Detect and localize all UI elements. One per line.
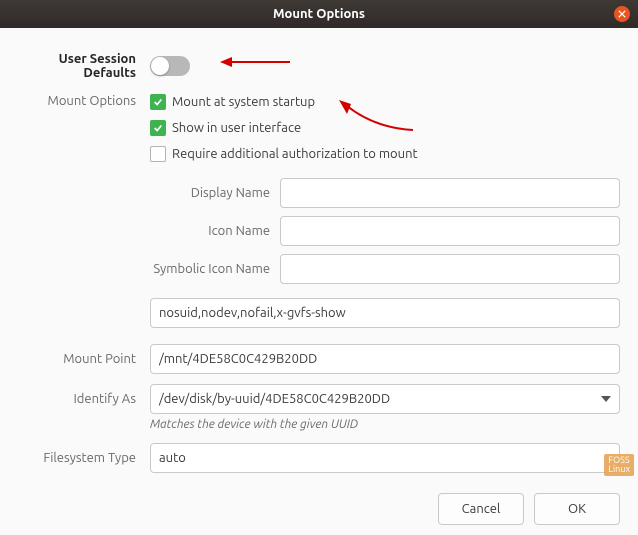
icon-name-label: Icon Name bbox=[150, 224, 280, 238]
mount-options-string-input[interactable] bbox=[150, 298, 620, 328]
symbolic-icon-name-label: Symbolic Icon Name bbox=[150, 262, 280, 276]
show-in-ui-checkbox[interactable]: Show in user interface bbox=[150, 120, 620, 136]
close-icon bbox=[618, 10, 626, 18]
display-name-label: Display Name bbox=[150, 186, 280, 200]
toggle-knob bbox=[151, 57, 169, 75]
icon-name-input[interactable] bbox=[280, 216, 620, 246]
mount-at-startup-label: Mount at system startup bbox=[172, 95, 315, 109]
dialog-content: User Session Defaults Mount Options Moun… bbox=[0, 28, 638, 535]
titlebar: Mount Options bbox=[0, 0, 638, 28]
require-auth-checkbox[interactable]: Require additional authorization to moun… bbox=[150, 146, 620, 162]
identify-as-label: Identify As bbox=[10, 392, 150, 406]
checkbox-icon-checked bbox=[150, 120, 166, 136]
filesystem-type-input[interactable] bbox=[150, 443, 620, 473]
mount-point-input[interactable] bbox=[150, 344, 620, 374]
mount-at-startup-checkbox[interactable]: Mount at system startup bbox=[150, 94, 620, 110]
mount-options-label: Mount Options bbox=[10, 94, 150, 108]
session-defaults-label: User Session Defaults bbox=[10, 52, 150, 80]
chevron-down-icon bbox=[601, 396, 611, 402]
symbolic-icon-name-input[interactable] bbox=[280, 254, 620, 284]
close-button[interactable] bbox=[614, 6, 630, 22]
cancel-button[interactable]: Cancel bbox=[438, 493, 524, 525]
checkbox-icon-checked bbox=[150, 94, 166, 110]
display-name-input[interactable] bbox=[280, 178, 620, 208]
identify-as-value: /dev/disk/by-uuid/4DE58C0C429B20DD bbox=[159, 392, 390, 406]
identify-as-combo[interactable]: /dev/disk/by-uuid/4DE58C0C429B20DD bbox=[150, 384, 620, 414]
checkbox-icon-unchecked bbox=[150, 146, 166, 162]
watermark: FOSS Linux bbox=[604, 454, 634, 476]
ok-button[interactable]: OK bbox=[534, 493, 620, 525]
require-auth-label: Require additional authorization to moun… bbox=[172, 147, 418, 161]
show-in-ui-label: Show in user interface bbox=[172, 121, 301, 135]
identify-as-hint: Matches the device with the given UUID bbox=[150, 418, 358, 431]
session-defaults-toggle[interactable] bbox=[150, 56, 190, 76]
mount-point-label: Mount Point bbox=[10, 352, 150, 366]
filesystem-type-label: Filesystem Type bbox=[10, 451, 150, 465]
window-title: Mount Options bbox=[273, 7, 365, 21]
